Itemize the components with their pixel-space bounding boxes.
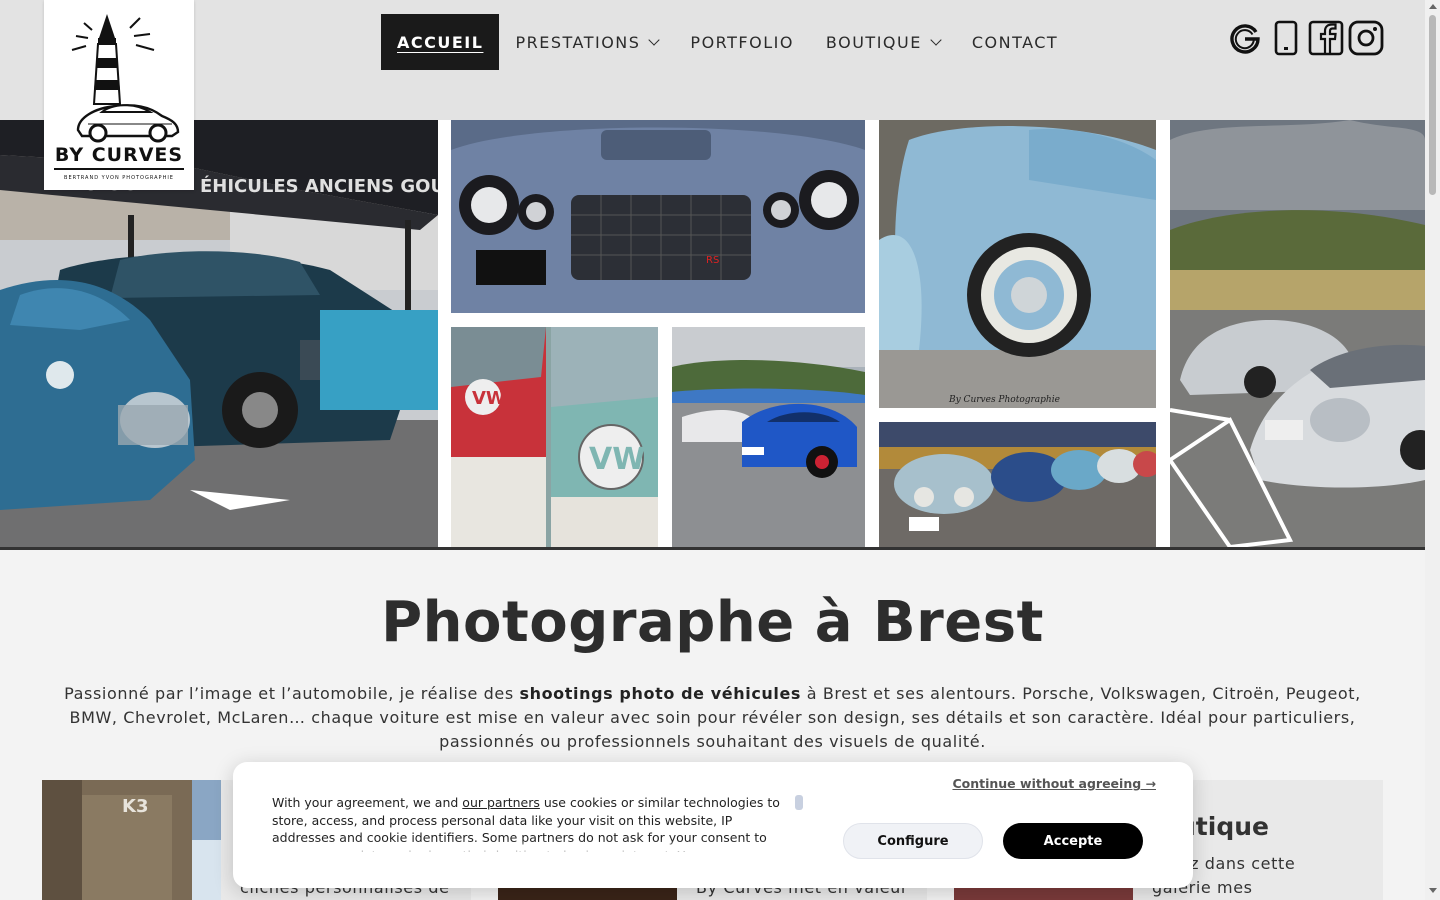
scroll-down-arrow-icon[interactable] xyxy=(1429,888,1437,893)
svg-text:VW: VW xyxy=(589,442,645,477)
site-logo[interactable]: BY CURVES BERTRAND YVON PHOTOGRAPHIE xyxy=(44,0,194,190)
google-icon[interactable] xyxy=(1227,20,1263,56)
intro-text-start: Passionné par l’image et l’automobile, j… xyxy=(64,684,520,703)
lighthouse-car-logo-icon xyxy=(71,14,180,143)
cookie-text-fade xyxy=(272,840,792,856)
instagram-icon[interactable] xyxy=(1348,20,1384,56)
vw-combi-red-and-green-photo[interactable]: VW VW xyxy=(451,327,658,547)
svg-text:VW: VW xyxy=(472,388,506,409)
main-nav: ACCUEIL PRESTATIONS PORTFOLIO BOUTIQUE C… xyxy=(381,14,1074,70)
partners-link[interactable]: our partners xyxy=(462,795,540,810)
svg-text:RS: RS xyxy=(706,255,719,266)
nav-item-portfolio[interactable]: PORTFOLIO xyxy=(674,14,810,70)
continue-without-agreeing-link[interactable]: Continue without agreeing → xyxy=(952,776,1156,791)
page-title: Photographe à Brest xyxy=(381,590,1044,655)
svg-text:ÉHICULES ANCIENS GOUESTOI: ÉHICULES ANCIENS GOUESTOI xyxy=(200,175,438,197)
scrollbar-thumb[interactable] xyxy=(1429,15,1436,195)
logo-wordmark: BY CURVES xyxy=(54,144,184,166)
vw-beetles-lined-up-photo[interactable] xyxy=(879,422,1156,547)
svg-text:By Curves Photographie: By Curves Photographie xyxy=(948,395,1060,405)
nav-item-prestations[interactable]: PRESTATIONS xyxy=(499,14,674,70)
svg-text:K3: K3 xyxy=(122,796,148,817)
nav-item-contact[interactable]: CONTACT xyxy=(956,14,1074,70)
chevrolet-camaro-front-grille-photo[interactable]: RS xyxy=(451,120,865,313)
logo-divider xyxy=(54,168,184,170)
cookie-consent-banner: Continue without agreeing → With your ag… xyxy=(233,762,1193,888)
intro-paragraph: Passionné par l’image et l’automobile, j… xyxy=(40,682,1385,754)
hero-collage: INS GO ÉHICULES ANCIENS GOUESTOI xyxy=(0,120,1425,550)
cookie-text-start: With your agreement, we and xyxy=(272,795,463,810)
page-scrollbar[interactable] xyxy=(1425,0,1440,900)
chevron-down-icon xyxy=(648,33,661,46)
bunker-building-photo[interactable]: K3 xyxy=(42,780,221,900)
phone-icon[interactable] xyxy=(1272,20,1300,56)
porsche-996-silver-photo[interactable] xyxy=(1170,120,1425,547)
configure-button[interactable]: Configure xyxy=(843,823,983,859)
chevron-down-icon xyxy=(930,33,942,46)
nav-label: PRESTATIONS xyxy=(515,32,641,52)
site-header: ACCUEIL PRESTATIONS PORTFOLIO BOUTIQUE C… xyxy=(0,0,1425,120)
nav-label: CONTACT xyxy=(971,32,1059,52)
accept-button[interactable]: Accepte xyxy=(1003,823,1143,859)
vw-beetle-light-blue-photo[interactable]: By Curves Photographie xyxy=(879,120,1156,408)
nav-item-boutique[interactable]: BOUTIQUE xyxy=(810,14,956,70)
facebook-icon[interactable] xyxy=(1308,20,1344,56)
logo-subtitle: BERTRAND YVON PHOTOGRAPHIE xyxy=(64,175,174,181)
nav-label: ACCUEIL xyxy=(397,32,484,52)
intro-highlight: shootings photo de véhicules xyxy=(519,684,802,703)
scroll-up-arrow-icon[interactable] xyxy=(1429,4,1437,9)
nav-label: BOUTIQUE xyxy=(825,32,922,52)
porsche-911-blue-on-track-photo[interactable] xyxy=(672,327,865,547)
nav-item-accueil[interactable]: ACCUEIL xyxy=(381,14,500,70)
nav-label: PORTFOLIO xyxy=(690,32,794,52)
cookie-text-scrollbar[interactable] xyxy=(795,795,803,810)
